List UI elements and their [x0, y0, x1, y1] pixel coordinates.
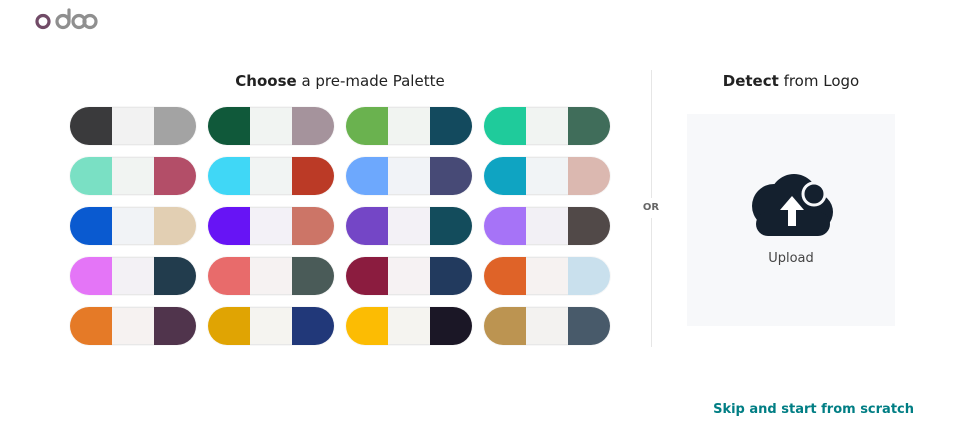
odoo-logo — [34, 8, 98, 36]
palette-option-5[interactable] — [70, 157, 196, 195]
choose-palette-title-bold: Choose — [235, 72, 297, 90]
or-label: OR — [638, 198, 664, 218]
palette-color-swatch — [526, 257, 568, 295]
palette-color-swatch — [112, 307, 154, 345]
palette-color-swatch — [208, 107, 250, 145]
palette-color-swatch — [346, 157, 388, 195]
palette-color-swatch — [208, 207, 250, 245]
palette-color-swatch — [484, 157, 526, 195]
palette-color-swatch — [292, 257, 334, 295]
palette-option-16[interactable] — [484, 257, 610, 295]
palette-color-swatch — [154, 257, 196, 295]
palette-option-4[interactable] — [484, 107, 610, 145]
palette-color-swatch — [430, 307, 472, 345]
palette-color-swatch — [250, 207, 292, 245]
palette-color-swatch — [346, 107, 388, 145]
palette-color-swatch — [112, 207, 154, 245]
palette-color-swatch — [568, 307, 610, 345]
palette-color-swatch — [388, 157, 430, 195]
palette-color-swatch — [430, 157, 472, 195]
palette-option-8[interactable] — [484, 157, 610, 195]
skip-start-from-scratch-link[interactable]: Skip and start from scratch — [713, 402, 914, 417]
palette-color-swatch — [154, 207, 196, 245]
palette-color-swatch — [70, 157, 112, 195]
palette-color-swatch — [346, 257, 388, 295]
choose-palette-title: Choose a pre-made Palette — [70, 72, 610, 90]
palette-option-20[interactable] — [484, 307, 610, 345]
palette-color-swatch — [526, 207, 568, 245]
palette-color-swatch — [526, 157, 568, 195]
palette-option-15[interactable] — [346, 257, 472, 295]
palette-option-19[interactable] — [346, 307, 472, 345]
palette-color-swatch — [388, 107, 430, 145]
palette-color-swatch — [70, 107, 112, 145]
palette-color-swatch — [568, 207, 610, 245]
detect-logo-title-rest: from Logo — [778, 72, 860, 90]
palette-color-swatch — [292, 157, 334, 195]
palette-color-swatch — [568, 157, 610, 195]
palette-option-10[interactable] — [208, 207, 334, 245]
palette-color-swatch — [154, 307, 196, 345]
palette-option-13[interactable] — [70, 257, 196, 295]
upload-label: Upload — [768, 251, 814, 266]
palette-color-swatch — [250, 257, 292, 295]
palette-color-swatch — [292, 307, 334, 345]
palette-color-swatch — [292, 107, 334, 145]
palette-color-swatch — [484, 257, 526, 295]
palette-color-swatch — [250, 307, 292, 345]
palette-color-swatch — [388, 207, 430, 245]
palette-color-swatch — [568, 257, 610, 295]
palette-color-swatch — [526, 107, 568, 145]
palette-option-7[interactable] — [346, 157, 472, 195]
palette-grid — [70, 107, 610, 345]
palette-color-swatch — [154, 157, 196, 195]
palette-option-11[interactable] — [346, 207, 472, 245]
upload-logo-button[interactable]: Upload — [687, 114, 895, 326]
palette-color-swatch — [250, 107, 292, 145]
palette-option-2[interactable] — [208, 107, 334, 145]
palette-color-swatch — [70, 207, 112, 245]
palette-color-swatch — [250, 157, 292, 195]
palette-color-swatch — [430, 207, 472, 245]
palette-option-12[interactable] — [484, 207, 610, 245]
palette-option-17[interactable] — [70, 307, 196, 345]
cloud-upload-icon — [752, 174, 833, 236]
palette-option-3[interactable] — [346, 107, 472, 145]
palette-color-swatch — [484, 107, 526, 145]
palette-color-swatch — [484, 307, 526, 345]
choose-palette-title-rest: a pre-made Palette — [296, 72, 445, 90]
palette-color-swatch — [346, 307, 388, 345]
palette-option-18[interactable] — [208, 307, 334, 345]
palette-color-swatch — [112, 107, 154, 145]
palette-color-swatch — [346, 207, 388, 245]
palette-color-swatch — [568, 107, 610, 145]
palette-color-swatch — [208, 157, 250, 195]
palette-color-swatch — [112, 157, 154, 195]
palette-option-9[interactable] — [70, 207, 196, 245]
palette-color-swatch — [388, 257, 430, 295]
palette-color-swatch — [484, 207, 526, 245]
detect-logo-title: Detect from Logo — [687, 72, 895, 90]
palette-color-swatch — [526, 307, 568, 345]
palette-color-swatch — [292, 207, 334, 245]
palette-option-1[interactable] — [70, 107, 196, 145]
palette-color-swatch — [208, 257, 250, 295]
palette-color-swatch — [388, 307, 430, 345]
palette-option-14[interactable] — [208, 257, 334, 295]
palette-color-swatch — [112, 257, 154, 295]
palette-color-swatch — [430, 257, 472, 295]
palette-color-swatch — [208, 307, 250, 345]
palette-color-swatch — [70, 307, 112, 345]
odoo-logo-graphic — [35, 8, 98, 30]
palette-option-6[interactable] — [208, 157, 334, 195]
palette-color-swatch — [70, 257, 112, 295]
palette-color-swatch — [430, 107, 472, 145]
detect-logo-title-bold: Detect — [722, 72, 779, 90]
palette-color-swatch — [154, 107, 196, 145]
